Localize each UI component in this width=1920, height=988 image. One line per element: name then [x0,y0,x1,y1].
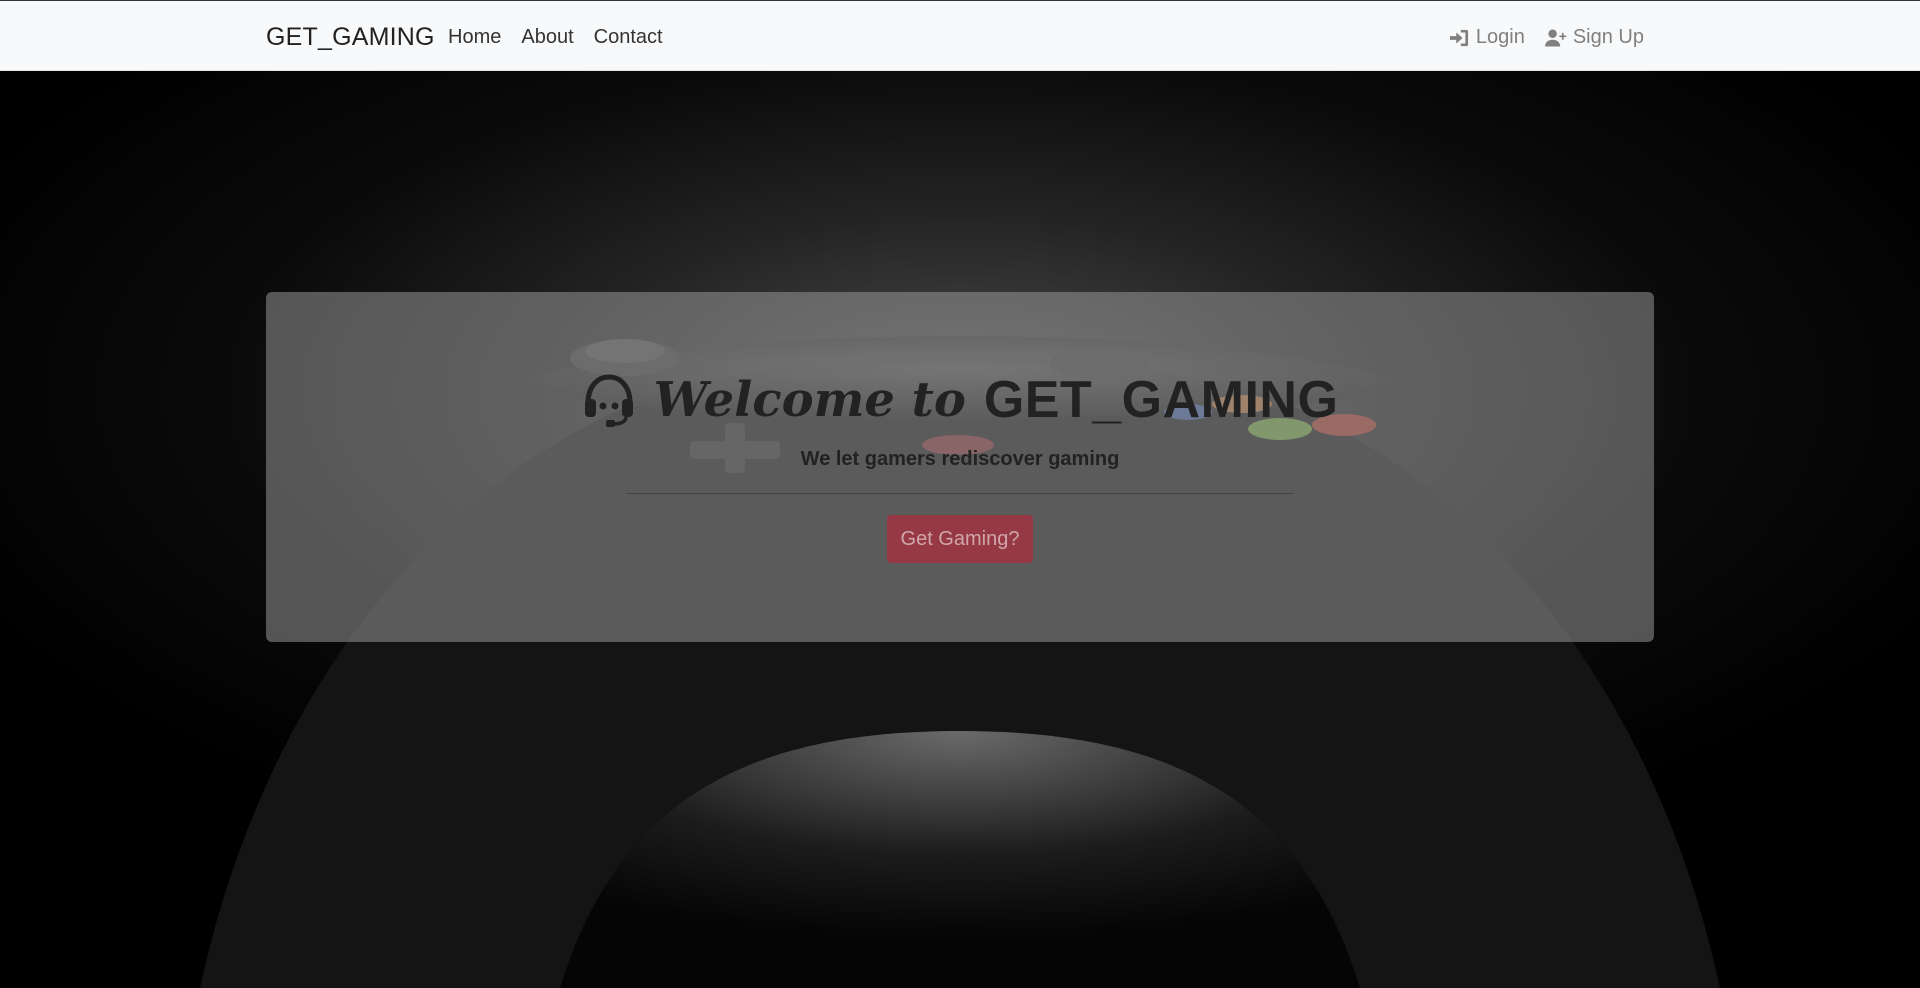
nav-link-home[interactable]: Home [448,26,501,49]
welcome-jumbotron: Welcome to GET_GAMING We let gamers redi… [266,292,1654,642]
welcome-heading: Welcome to GET_GAMING [266,370,1654,430]
hero-section: Welcome to GET_GAMING We let gamers redi… [0,71,1920,988]
nav-links: Home About Contact [448,26,663,49]
headset-icon [584,374,633,427]
get-gaming-button[interactable]: Get Gaming? [887,515,1033,563]
nav-link-about[interactable]: About [521,26,573,49]
tagline: We let gamers rediscover gaming [800,448,1120,470]
welcome-script-text: Welcome to [653,372,966,428]
signup-link[interactable]: Sign Up [1544,26,1644,49]
welcome-brand-text: GET_GAMING [983,371,1339,429]
sign-in-icon [1449,29,1468,46]
brand-link[interactable]: GET_GAMING [266,23,435,52]
signup-label: Sign Up [1572,26,1644,48]
auth-links: Login Sign Up [1448,26,1644,49]
nav-link-contact[interactable]: Contact [594,26,663,49]
login-link[interactable]: Login [1448,26,1525,49]
user-plus-icon [1544,29,1566,46]
login-label: Login [1475,26,1525,48]
navbar: GET_GAMING Home About Contact Login Sign… [0,0,1920,71]
divider [626,493,1294,494]
